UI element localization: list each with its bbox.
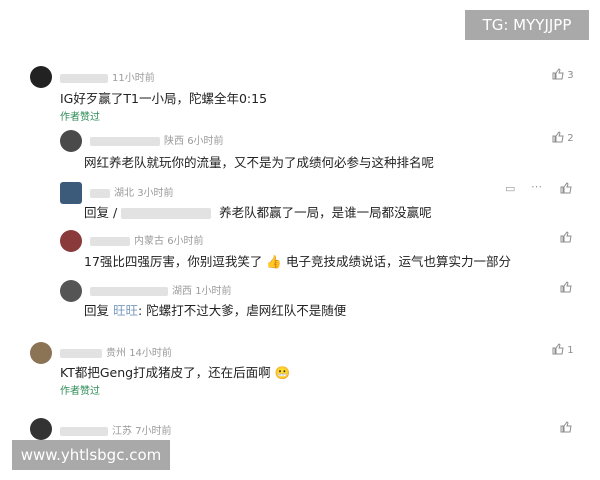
avatar[interactable] [60,230,82,252]
like-count: 1 [567,345,574,356]
avatar[interactable] [30,418,52,440]
avatar[interactable] [60,280,82,302]
reply-prefix: 回复 / [84,205,118,220]
comment-time: 1小时前 [195,286,232,297]
comment-body: 17强比四强厉害，你别逗我笑了 [84,254,263,269]
comment-meta: 湖西 1小时前 [90,282,232,297]
comment-location: 湖西 [172,286,192,297]
comment-time: 7小时前 [135,426,172,437]
watermark-top: TG: MYYJJPP [465,10,589,40]
comment-meta: 陕西 6小时前 [90,132,224,147]
like-count: 2 [567,133,574,144]
thumbs-up-emoji-icon: 👍 [266,254,282,269]
comment-meta: 江苏 7小时前 [60,422,172,437]
like-count: 3 [567,70,574,81]
like-button[interactable] [560,231,572,244]
comment-time: 6小时前 [167,236,204,247]
comment-feed: TG: MYYJJPP 11小时前 IG好歹赢了T1一小局，陀螺全年0:15 作… [0,0,600,480]
like-button[interactable]: 3 [552,68,574,81]
comment-time: 14小时前 [129,348,172,359]
avatar[interactable] [60,182,82,204]
author-liked-badge: 作者赞过 [60,386,100,397]
thumbs-up-icon [560,281,572,293]
like-button[interactable] [560,281,572,294]
watermark-bottom: www.yhtlsbgc.com [12,440,170,470]
comment-text: KT都把Geng打成猪皮了，还在后面啊 😬 [60,362,290,381]
avatar[interactable] [60,130,82,152]
comment-location: 贵州 [106,348,126,359]
comment-body: KT都把Geng打成猪皮了，还在后面啊 [60,365,271,380]
smile-emoji-icon: 😬 [274,365,291,380]
reply-prefix: 回复 [84,303,110,318]
comment-text: 回复 旺旺: 陀螺打不过大爹，虐网红队不是随便 [84,300,346,319]
like-button[interactable]: 2 [552,131,574,144]
comment-body: 养老队都赢了一局，是谁一局都没赢呢 [219,205,432,220]
comment-meta: 湖北 3小时前 [90,184,174,199]
comment-body-tail: 电子竞技成绩说话，运气也算实力一部分 [285,254,511,269]
thumbs-up-icon [560,182,572,194]
comment-time: 11小时前 [112,73,155,84]
comment-time: 6小时前 [187,136,224,147]
thumbs-up-icon [552,68,564,80]
thumbs-up-icon [552,343,564,355]
comment-meta: 贵州 14小时前 [60,344,172,359]
avatar[interactable] [30,342,52,364]
thumbs-up-icon [560,421,572,433]
comment-text: 17强比四强厉害，你别逗我笑了 👍 电子竞技成绩说话，运气也算实力一部分 [84,251,511,270]
comment-text: 回复 / 养老队都赢了一局，是谁一局都没赢呢 [84,202,432,221]
comment-location: 内蒙古 [134,236,164,247]
comment-time: 3小时前 [137,188,174,199]
reply-to-name[interactable]: 旺旺 [113,303,138,318]
comment-text: IG好歹赢了T1一小局，陀螺全年0:15 [60,91,268,106]
comment-meta: 内蒙古 6小时前 [90,232,204,247]
thumbs-up-icon [560,231,572,243]
comment-body: : 陀螺打不过大爹，虐网红队不是随便 [138,303,347,318]
more-icon[interactable]: ⋯ [531,180,542,193]
comment-meta: 11小时前 [60,69,155,84]
reply-icon[interactable]: ▭ [505,182,515,195]
comment-location: 江苏 [112,426,132,437]
avatar[interactable] [30,66,52,88]
like-button[interactable] [560,421,572,434]
like-button[interactable] [560,182,572,195]
comment-location: 陕西 [164,136,184,147]
comment-text: 网红养老队就玩你的流量，又不是为了成绩何必参与这种排名呢 [84,155,435,170]
like-button[interactable]: 1 [552,343,574,356]
thumbs-up-icon [552,131,564,143]
author-liked-badge: 作者赞过 [60,112,100,123]
comment-location: 湖北 [114,188,134,199]
